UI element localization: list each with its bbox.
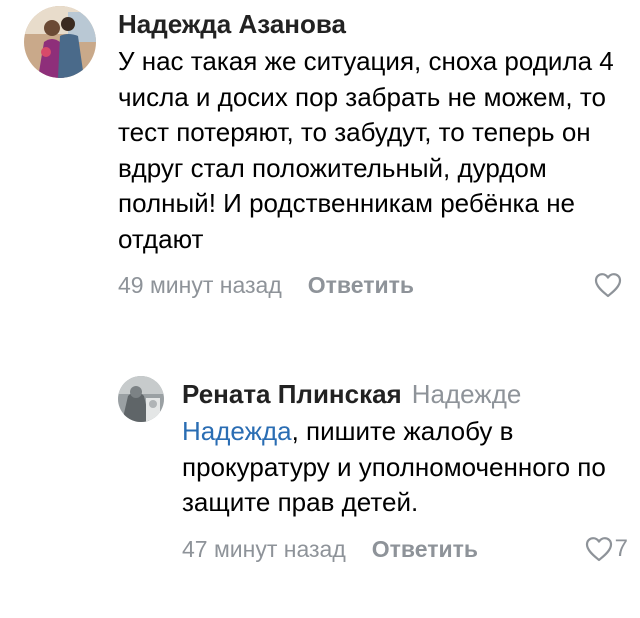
comment-author-name[interactable]: Рената Плинская xyxy=(182,379,402,409)
comment-meta: 49 минут назад Ответить xyxy=(118,269,624,301)
reply-button[interactable]: Ответить xyxy=(372,533,478,565)
like-button[interactable]: 7 xyxy=(585,533,628,565)
avatar[interactable] xyxy=(118,376,164,422)
reply-to-label[interactable]: Надежде xyxy=(412,379,522,409)
heart-outline-icon xyxy=(594,272,622,298)
reply-button[interactable]: Ответить xyxy=(308,269,414,301)
comment-time: 49 минут назад xyxy=(118,272,282,298)
comment-author[interactable]: Надежда Азанова xyxy=(118,6,624,42)
heart-outline-icon xyxy=(585,536,613,562)
like-count: 7 xyxy=(614,534,628,562)
avatar[interactable] xyxy=(24,6,96,78)
comment-author: Рената Плинская Надежде xyxy=(182,376,628,412)
like-button[interactable] xyxy=(594,272,624,298)
comment-text: У нас такая же ситуация, сноха родила 4 … xyxy=(118,46,614,254)
comment-meta: 47 минут назад Ответить 7 xyxy=(182,533,628,565)
comment-text: Надежда, пишите жалобу в прокуратуру и у… xyxy=(182,414,628,521)
mention-link[interactable]: Надежда xyxy=(182,416,292,446)
comment-time: 47 минут назад xyxy=(182,535,346,562)
